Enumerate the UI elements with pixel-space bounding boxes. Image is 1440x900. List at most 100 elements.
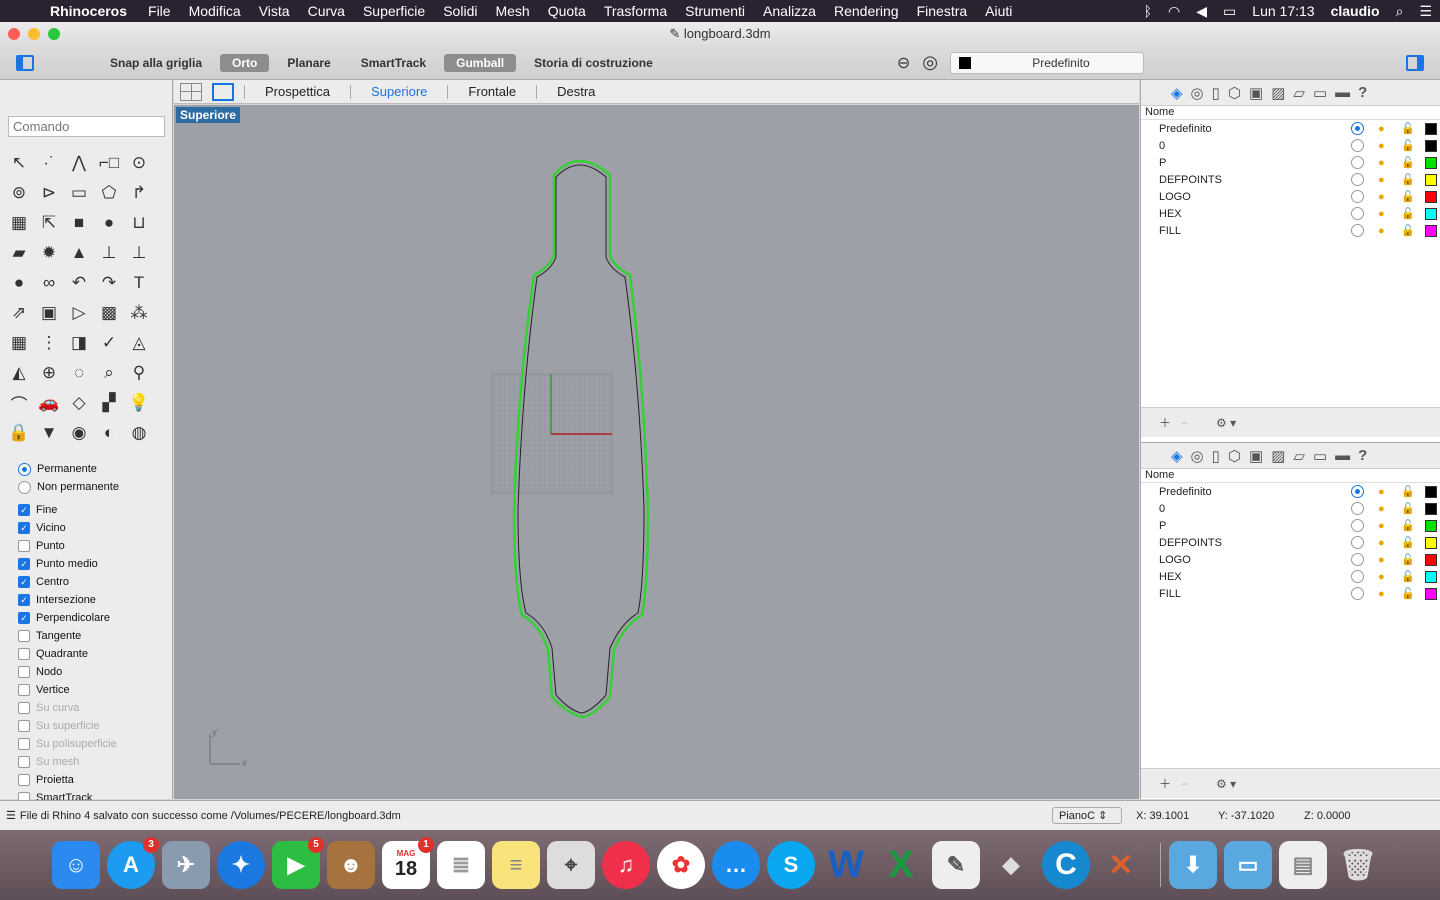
- render-tab-icon[interactable]: ▨: [1271, 447, 1285, 465]
- cplane-select[interactable]: PianoC ⇕: [1052, 807, 1122, 824]
- snap-grid-button[interactable]: Snap alla griglia: [98, 54, 214, 72]
- osnap-su-polisuperficie[interactable]: Su polisuperficie: [18, 735, 168, 753]
- layer-row[interactable]: 0 ● 🔓: [1141, 500, 1440, 517]
- spotlight-icon[interactable]: ⌕: [1388, 3, 1412, 20]
- current-layer-radio[interactable]: [1351, 139, 1364, 152]
- material-tab-icon[interactable]: ◎: [1191, 447, 1204, 465]
- calendar-icon[interactable]: MAG 18 1: [382, 837, 434, 889]
- osnap-su-superficie[interactable]: Su superficie: [18, 717, 168, 735]
- tool-24-icon[interactable]: T: [124, 268, 154, 298]
- osnap-su-mesh[interactable]: Su mesh: [18, 753, 168, 771]
- tool-46-icon[interactable]: ▼: [34, 418, 64, 448]
- layer-color-swatch[interactable]: [1425, 502, 1437, 515]
- lock-icon[interactable]: 🔓: [1401, 190, 1415, 203]
- bulb-icon[interactable]: ●: [1378, 225, 1385, 237]
- tool-10-icon[interactable]: ▦: [4, 208, 34, 238]
- layer-row[interactable]: LOGO ● 🔓: [1141, 188, 1440, 205]
- help-icon[interactable]: ?: [1358, 447, 1367, 464]
- tool-23-icon[interactable]: ↷: [94, 268, 124, 298]
- remove-layer-icon[interactable]: −: [1181, 777, 1188, 791]
- app-store-icon[interactable]: A3: [107, 837, 159, 889]
- lock-icon[interactable]: 🔓: [1401, 122, 1415, 135]
- preview-icon[interactable]: ✈: [162, 841, 210, 889]
- layer-color-swatch[interactable]: [1425, 587, 1437, 600]
- tool-29-icon[interactable]: ⁂: [124, 298, 154, 328]
- layer-color-swatch[interactable]: [1425, 190, 1437, 203]
- tool-32-icon[interactable]: ◨: [64, 328, 94, 358]
- camera-tab-icon[interactable]: ▣: [1249, 447, 1263, 465]
- layer-color-swatch[interactable]: [1425, 173, 1437, 186]
- tool-25-icon[interactable]: ⇗: [4, 298, 34, 328]
- tool-4-icon[interactable]: ⊙: [124, 148, 154, 178]
- tool-28-icon[interactable]: ▩: [94, 298, 124, 328]
- display-tab-icon[interactable]: ▱: [1293, 84, 1305, 102]
- gear-icon[interactable]: ⚙ ▾: [1216, 777, 1236, 791]
- current-layer-radio[interactable]: [1351, 553, 1364, 566]
- clock[interactable]: Lun 17:13: [1244, 3, 1322, 19]
- tool-47-icon[interactable]: ◉: [64, 418, 94, 448]
- osnap-vicino[interactable]: ✓ Vicino: [18, 519, 168, 537]
- tool-6-icon[interactable]: ⊳: [34, 178, 64, 208]
- bulb-icon[interactable]: ●: [1378, 140, 1385, 152]
- menu-mesh[interactable]: Mesh: [486, 3, 538, 19]
- menu-trasforma[interactable]: Trasforma: [595, 3, 676, 19]
- osnap-punto-medio[interactable]: ✓ Punto medio: [18, 555, 168, 573]
- lock-icon[interactable]: 🔓: [1401, 502, 1415, 515]
- osnap-vertice[interactable]: Vertice: [18, 681, 168, 699]
- radio-non-permanente[interactable]: Non permanente: [18, 478, 168, 496]
- viewport-top[interactable]: Superiore x y: [174, 105, 1139, 799]
- tool-16-icon[interactable]: ✹: [34, 238, 64, 268]
- bulb-icon[interactable]: ●: [1378, 208, 1385, 220]
- lock-icon[interactable]: 🔓: [1401, 553, 1415, 566]
- bulb-icon[interactable]: ●: [1378, 520, 1385, 532]
- menu-rendering[interactable]: Rendering: [825, 3, 908, 19]
- lock-icon[interactable]: 🔓: [1401, 485, 1415, 498]
- osnap-perpendicolare[interactable]: ✓ Perpendicolare: [18, 609, 168, 627]
- tool-27-icon[interactable]: ▷: [64, 298, 94, 328]
- add-layer-icon[interactable]: ＋: [1159, 775, 1171, 792]
- layers-tab-icon[interactable]: ◈: [1171, 84, 1183, 102]
- lock-icon[interactable]: 🔓: [1401, 570, 1415, 583]
- menu-analizza[interactable]: Analizza: [754, 3, 825, 19]
- safari-icon[interactable]: ✦: [217, 841, 265, 889]
- osnap-tangente[interactable]: Tangente: [18, 627, 168, 645]
- tool-13-icon[interactable]: ●: [94, 208, 124, 238]
- tool-18-icon[interactable]: ⊥: [94, 238, 124, 268]
- bulb-icon[interactable]: ●: [1378, 537, 1385, 549]
- layer-row[interactable]: HEX ● 🔓: [1141, 568, 1440, 585]
- bluetooth-icon[interactable]: ᛒ: [1136, 3, 1160, 19]
- layer-row[interactable]: P ● 🔓: [1141, 154, 1440, 171]
- menu-solidi[interactable]: Solidi: [434, 3, 486, 19]
- lock-icon[interactable]: 🔓: [1401, 156, 1415, 169]
- excel-icon[interactable]: X: [877, 841, 925, 889]
- tool-49-icon[interactable]: ◍: [124, 418, 154, 448]
- tool-33-icon[interactable]: ✓: [94, 328, 124, 358]
- four-viewports-icon[interactable]: [180, 82, 202, 101]
- osnap-su-curva[interactable]: Su curva: [18, 699, 168, 717]
- battery-icon[interactable]: ▭: [1215, 3, 1244, 20]
- menu-vista[interactable]: Vista: [250, 3, 299, 19]
- command-history-icon[interactable]: ☰: [6, 809, 16, 822]
- osnap-quadrante[interactable]: Quadrante: [18, 645, 168, 663]
- tool-14-icon[interactable]: ⊔: [124, 208, 154, 238]
- tool-17-icon[interactable]: ▲: [64, 238, 94, 268]
- contacts-icon[interactable]: ☻: [327, 841, 375, 889]
- tool-31-icon[interactable]: ⋮: [34, 328, 64, 358]
- itunes-icon[interactable]: ♫: [602, 841, 650, 889]
- stack-icon[interactable]: ▤: [1279, 841, 1327, 889]
- current-layer-radio[interactable]: [1351, 190, 1364, 203]
- current-layer-radio[interactable]: [1351, 156, 1364, 169]
- left-sidebar-toggle-icon[interactable]: [16, 54, 34, 71]
- history-button[interactable]: Storia di costruzione: [522, 54, 665, 72]
- tool-11-icon[interactable]: ⇱: [34, 208, 64, 238]
- material-icon[interactable]: ⊖: [897, 53, 910, 73]
- textedit-icon[interactable]: ✎: [932, 841, 980, 889]
- tool-37-icon[interactable]: ◌: [64, 358, 94, 388]
- tab-destra[interactable]: Destra: [536, 84, 615, 99]
- layer-row[interactable]: Predefinito ● 🔓: [1141, 120, 1440, 137]
- facetime-icon[interactable]: ▶ 5: [272, 837, 324, 889]
- viewport-canvas[interactable]: x y: [174, 105, 1139, 799]
- bulb-icon[interactable]: ●: [1378, 123, 1385, 135]
- tool-8-icon[interactable]: ⬠: [94, 178, 124, 208]
- lock-icon[interactable]: 🔓: [1401, 207, 1415, 220]
